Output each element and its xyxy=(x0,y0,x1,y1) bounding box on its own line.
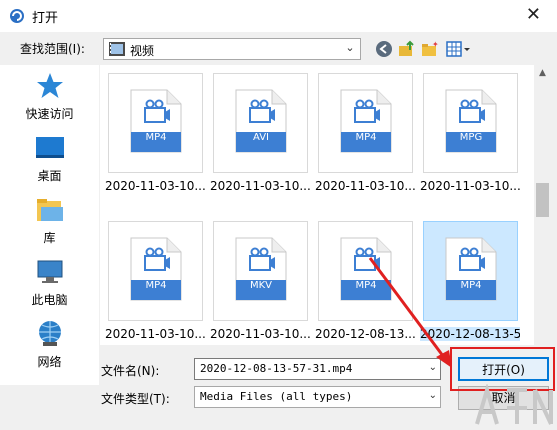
place-desktop[interactable]: 桌面 xyxy=(0,133,99,193)
filetype-select[interactable]: Media Files (all types) ⌄ xyxy=(194,386,441,408)
file-thumbnail: MP4 xyxy=(318,221,413,321)
library-icon xyxy=(36,199,63,221)
file-item[interactable]: MKV 2020-11-03-10... xyxy=(210,221,310,345)
file-type-badge: MP4 xyxy=(355,132,377,143)
place-label: 库 xyxy=(43,231,56,245)
file-thumbnail: AVI xyxy=(213,73,308,173)
chevron-down-icon[interactable]: ⌄ xyxy=(343,41,357,57)
file-type-badge: MPG xyxy=(459,132,483,143)
place-network[interactable]: 网络 xyxy=(0,319,99,379)
file-list[interactable]: MP4 2020-11-03-10... AVI 2020-11-03-10..… xyxy=(100,65,534,345)
video-file-icon xyxy=(340,89,392,153)
file-thumbnail: MP4 xyxy=(108,73,203,173)
file-thumbnail: MP4 xyxy=(108,221,203,321)
filename-field[interactable]: 2020-12-08-13-57-31.mp4 ⌄ xyxy=(194,358,441,380)
video-file-icon xyxy=(340,237,392,301)
places-bar: 快速访问 桌面 库 此电脑 网络 xyxy=(0,65,99,385)
place-quick-access[interactable]: 快速访问 xyxy=(0,71,99,131)
place-label: 此电脑 xyxy=(31,293,68,307)
file-thumbnail: MKV xyxy=(213,221,308,321)
file-name: 2020-12-08-13... xyxy=(315,327,415,341)
file-thumbnail: MPG xyxy=(423,73,518,173)
place-label: 快速访问 xyxy=(25,107,74,121)
vertical-scrollbar[interactable]: ▲ xyxy=(534,65,551,345)
scroll-thumb[interactable] xyxy=(536,183,549,217)
file-name: 2020-11-03-10... xyxy=(420,179,520,193)
file-item[interactable]: MPG 2020-11-03-10... xyxy=(420,73,520,199)
file-type-badge: MP4 xyxy=(460,280,482,291)
file-name: 2020-11-03-10... xyxy=(315,179,415,193)
file-item[interactable]: MP4 2020-11-03-10... xyxy=(105,221,205,345)
place-this-pc[interactable]: 此电脑 xyxy=(0,257,99,317)
file-thumbnail: MP4 xyxy=(423,221,518,321)
file-type-badge: MP4 xyxy=(355,280,377,291)
place-library[interactable]: 库 xyxy=(0,195,99,255)
scroll-up-icon[interactable]: ▲ xyxy=(534,65,551,82)
place-label: 桌面 xyxy=(37,169,62,183)
chevron-down-icon[interactable]: ⌄ xyxy=(429,390,437,401)
file-item[interactable]: MP4 2020-11-03-10... xyxy=(315,73,415,199)
file-thumbnail: MP4 xyxy=(318,73,413,173)
computer-icon xyxy=(37,260,62,283)
view-menu-icon[interactable] xyxy=(446,40,472,58)
network-icon xyxy=(38,321,61,346)
video-file-icon xyxy=(130,237,182,301)
file-type-badge: MP4 xyxy=(145,280,167,291)
new-folder-icon[interactable]: ✦ xyxy=(421,40,439,58)
video-file-icon xyxy=(235,89,287,153)
video-file-icon xyxy=(130,89,182,153)
file-type-badge: AVI xyxy=(253,132,269,143)
watermark-logo xyxy=(475,384,553,425)
lookin-label: 查找范围(I): xyxy=(20,42,85,56)
filetype-label: 文件类型(T): xyxy=(101,392,170,406)
lookin-value: 视频 xyxy=(130,44,155,58)
window-title: 打开 xyxy=(32,11,59,26)
lookin-combo[interactable]: 视频 ⌄ xyxy=(103,38,361,60)
video-file-icon xyxy=(445,89,497,153)
file-item-selected[interactable]: MP4 2020-12-08-13-5 xyxy=(420,221,520,345)
video-folder-icon xyxy=(109,42,125,56)
svg-text:✦: ✦ xyxy=(432,40,439,49)
file-name: 2020-11-03-10... xyxy=(210,327,310,341)
app-icon xyxy=(10,9,24,23)
place-label: 网络 xyxy=(37,355,62,369)
file-name: 2020-11-03-10... xyxy=(105,179,205,193)
file-name: 2020-11-03-10... xyxy=(105,327,205,341)
video-file-icon xyxy=(445,237,497,301)
chevron-down-icon[interactable]: ⌄ xyxy=(429,362,437,373)
file-item[interactable]: AVI 2020-11-03-10... xyxy=(210,73,310,199)
star-icon xyxy=(36,73,63,98)
filename-label: 文件名(N): xyxy=(101,364,160,378)
file-name: 2020-12-08-13-5 xyxy=(420,327,520,341)
close-icon[interactable]: ✕ xyxy=(526,4,541,25)
title-bar: 打开 ✕ xyxy=(0,0,557,32)
video-file-icon xyxy=(235,237,287,301)
file-item[interactable]: MP4 2020-11-03-10... xyxy=(105,73,205,199)
up-folder-icon[interactable] xyxy=(398,40,416,58)
filename-value[interactable]: 2020-12-08-13-57-31.mp4 xyxy=(200,362,352,375)
file-item[interactable]: MP4 2020-12-08-13... xyxy=(315,221,415,345)
back-icon[interactable] xyxy=(375,40,393,58)
file-type-badge: MP4 xyxy=(145,132,167,143)
file-type-badge: MKV xyxy=(249,280,273,291)
file-name: 2020-11-03-10... xyxy=(210,179,310,193)
desktop-icon xyxy=(35,137,64,158)
filetype-value: Media Files (all types) xyxy=(200,390,353,403)
